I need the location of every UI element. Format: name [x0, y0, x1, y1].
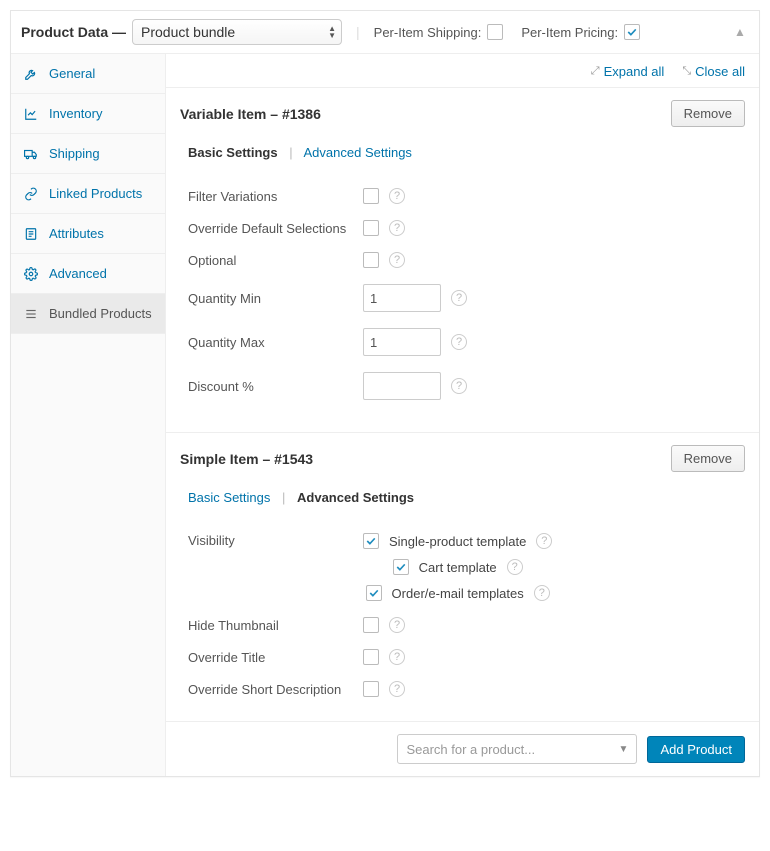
help-icon[interactable]: ? [389, 617, 405, 633]
help-icon[interactable]: ? [389, 188, 405, 204]
sidebar-item-general[interactable]: General [11, 54, 165, 94]
sidebar-item-label: Bundled Products [49, 306, 152, 321]
collapse-icon: ⤡ [682, 65, 691, 78]
discount-input[interactable] [363, 372, 441, 400]
bundled-item: Variable Item – #1386 Remove Basic Setti… [166, 87, 759, 424]
override-title-label: Override Title [188, 650, 363, 665]
per-item-pricing-checkbox[interactable] [624, 24, 640, 40]
visibility-single-product-checkbox[interactable] [363, 533, 379, 549]
panel-collapse-toggle[interactable]: ▲ [731, 23, 749, 41]
help-icon[interactable]: ? [536, 533, 552, 549]
discount-label: Discount % [188, 379, 363, 394]
visibility-order-email-label: Order/e-mail templates [392, 586, 524, 601]
help-icon[interactable]: ? [389, 252, 405, 268]
close-all-link[interactable]: ⤡ Close all [682, 64, 745, 79]
optional-label: Optional [188, 253, 363, 268]
sidebar-item-label: Shipping [49, 146, 100, 161]
panel-title: Product Data — [21, 24, 126, 40]
item-tabs: Basic Settings | Advanced Settings [188, 490, 745, 505]
help-icon[interactable]: ? [451, 334, 467, 350]
main-content: ⤢ Expand all ⤡ Close all Variable Item –… [166, 54, 759, 776]
item-tabs: Basic Settings | Advanced Settings [188, 145, 745, 160]
visibility-order-email-checkbox[interactable] [366, 585, 382, 601]
product-data-panel: Product Data — Product bundle ▲▼ | Per-I… [10, 10, 760, 777]
hide-thumbnail-checkbox[interactable] [363, 617, 379, 633]
sidebar-item-attributes[interactable]: Attributes [11, 214, 165, 254]
expand-all-link[interactable]: ⤢ Expand all [591, 64, 665, 79]
filter-variations-label: Filter Variations [188, 189, 363, 204]
sidebar-item-shipping[interactable]: Shipping [11, 134, 165, 174]
note-icon [23, 227, 39, 241]
hide-thumbnail-label: Hide Thumbnail [188, 618, 363, 633]
per-item-shipping-label: Per-Item Shipping: [374, 25, 482, 40]
bundled-item-title: Variable Item – #1386 [180, 106, 321, 122]
help-icon[interactable]: ? [389, 681, 405, 697]
bundled-item-title: Simple Item – #1543 [180, 451, 313, 467]
override-short-desc-checkbox[interactable] [363, 681, 379, 697]
override-title-checkbox[interactable] [363, 649, 379, 665]
chart-icon [23, 107, 39, 121]
list-icon [23, 307, 39, 321]
sidebar-item-inventory[interactable]: Inventory [11, 94, 165, 134]
product-type-select-wrap: Product bundle ▲▼ [132, 19, 342, 45]
tab-basic-settings[interactable]: Basic Settings [188, 145, 278, 160]
gear-icon [23, 267, 39, 281]
help-icon[interactable]: ? [534, 585, 550, 601]
tab-advanced-settings[interactable]: Advanced Settings [297, 490, 414, 505]
product-type-select[interactable]: Product bundle [132, 19, 342, 45]
sidebar-item-advanced[interactable]: Advanced [11, 254, 165, 294]
sidebar-item-label: General [49, 66, 95, 81]
quantity-min-input[interactable] [363, 284, 441, 312]
toolbar: ⤢ Expand all ⤡ Close all [166, 54, 759, 79]
override-short-desc-label: Override Short Description [188, 682, 363, 697]
sidebar-item-label: Attributes [49, 226, 104, 241]
remove-item-button[interactable]: Remove [671, 445, 745, 472]
filter-variations-checkbox[interactable] [363, 188, 379, 204]
caret-down-icon: ▼ [619, 744, 629, 755]
panel-body: General Inventory Shipping Linked Produc… [11, 54, 759, 776]
remove-item-button[interactable]: Remove [671, 100, 745, 127]
bundled-item: Simple Item – #1543 Remove Basic Setting… [166, 432, 759, 721]
product-search-placeholder: Search for a product... [406, 742, 535, 757]
visibility-cart-checkbox[interactable] [393, 559, 409, 575]
sidebar-item-label: Linked Products [49, 186, 142, 201]
override-default-selections-label: Override Default Selections [188, 221, 363, 236]
panel-header: Product Data — Product bundle ▲▼ | Per-I… [11, 11, 759, 54]
optional-checkbox[interactable] [363, 252, 379, 268]
sidebar: General Inventory Shipping Linked Produc… [11, 54, 166, 776]
sidebar-item-bundled-products[interactable]: Bundled Products [11, 294, 165, 334]
visibility-cart-label: Cart template [419, 560, 497, 575]
visibility-single-product-label: Single-product template [389, 534, 526, 549]
wrench-icon [23, 67, 39, 81]
per-item-pricing-label: Per-Item Pricing: [521, 25, 618, 40]
expand-icon: ⤢ [591, 65, 600, 78]
tab-basic-settings[interactable]: Basic Settings [188, 490, 270, 505]
quantity-max-input[interactable] [363, 328, 441, 356]
tab-advanced-settings[interactable]: Advanced Settings [304, 145, 412, 160]
help-icon[interactable]: ? [507, 559, 523, 575]
sidebar-item-label: Inventory [49, 106, 102, 121]
help-icon[interactable]: ? [389, 649, 405, 665]
help-icon[interactable]: ? [451, 290, 467, 306]
quantity-min-label: Quantity Min [188, 291, 363, 306]
override-default-selections-checkbox[interactable] [363, 220, 379, 236]
per-item-shipping-checkbox[interactable] [487, 24, 503, 40]
link-icon [23, 187, 39, 201]
quantity-max-label: Quantity Max [188, 335, 363, 350]
visibility-label: Visibility [188, 533, 363, 548]
footer: Search for a product... ▼ Add Product [166, 721, 759, 776]
help-icon[interactable]: ? [451, 378, 467, 394]
sidebar-item-linked-products[interactable]: Linked Products [11, 174, 165, 214]
add-product-button[interactable]: Add Product [647, 736, 745, 763]
product-search-select[interactable]: Search for a product... ▼ [397, 734, 637, 764]
truck-icon [23, 147, 39, 161]
help-icon[interactable]: ? [389, 220, 405, 236]
sidebar-item-label: Advanced [49, 266, 107, 281]
